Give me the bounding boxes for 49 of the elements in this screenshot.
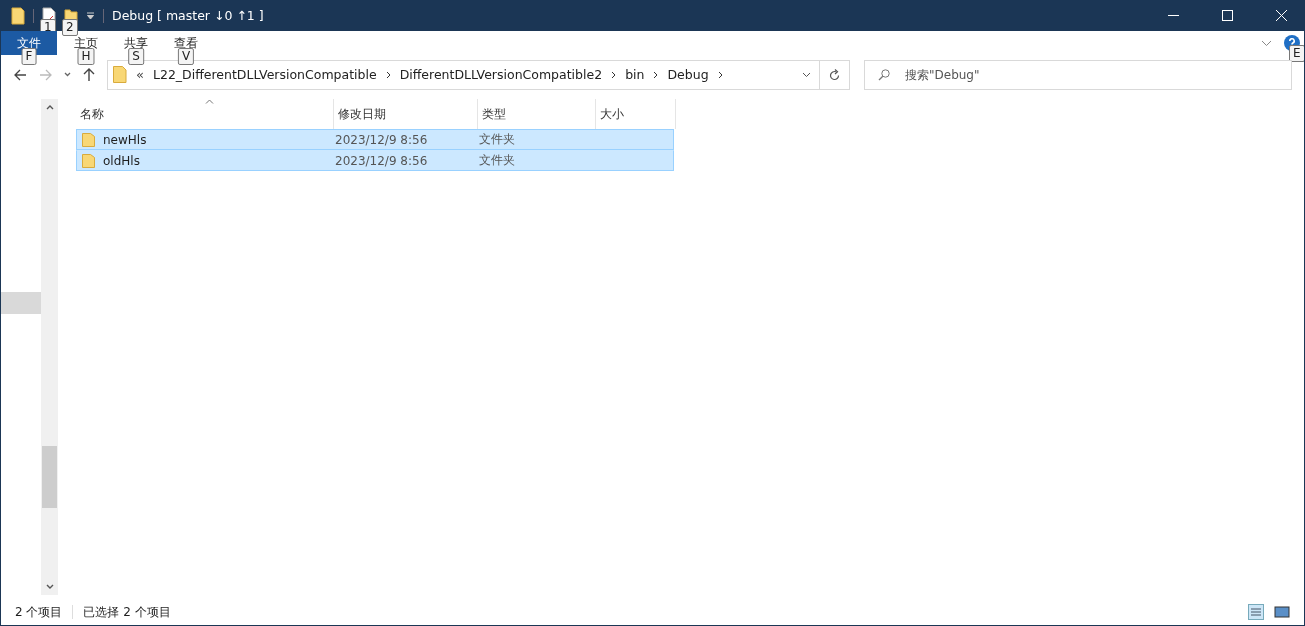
up-arrow-icon[interactable] — [83, 68, 95, 81]
window-title: Debug [ master ↓0 ↑1 ] — [112, 8, 264, 23]
chevron-down-icon[interactable] — [1261, 39, 1272, 47]
folder-icon — [113, 66, 127, 83]
modified-date: 2023/12/9 8:56 — [335, 153, 428, 168]
chevron-right-icon[interactable] — [385, 70, 391, 79]
refresh-icon — [829, 68, 840, 81]
file-row[interactable]: oldHls 2023/12/9 8:56 文件夹 — [76, 150, 674, 171]
customize-dropdown-icon[interactable] — [86, 11, 95, 20]
breadcrumb[interactable]: bin — [625, 67, 645, 82]
chevron-right-icon[interactable] — [653, 70, 659, 79]
search-icon — [878, 68, 890, 81]
refresh-button[interactable] — [820, 59, 850, 90]
scroll-down-icon[interactable] — [45, 584, 54, 589]
folder-icon — [82, 153, 95, 168]
folder-icon — [11, 6, 25, 25]
back-arrow-icon[interactable] — [14, 68, 27, 81]
keytip: F — [21, 48, 37, 65]
file-row[interactable]: newHls 2023/12/9 8:56 文件夹 — [76, 129, 674, 150]
maximize-icon — [1221, 10, 1233, 21]
breadcrumb[interactable]: DifferentDLLVersionCompatible2 — [399, 67, 603, 82]
address-bar[interactable]: « L22_DifferentDLLVersionCompatible DifferentDLLVersionCompatible2 bin Debug — [107, 59, 820, 90]
file-name: newHls — [103, 132, 147, 147]
keytip: S — [128, 48, 144, 65]
scroll-up-icon[interactable] — [45, 105, 54, 110]
breadcrumb[interactable]: L22_DifferentDLLVersionCompatible — [152, 67, 377, 82]
keytip: V — [177, 48, 195, 65]
selection-count: 已选择 2 个项目 — [83, 603, 171, 621]
file-type: 文件夹 — [479, 131, 515, 148]
scroll-thumb[interactable] — [42, 446, 57, 508]
scrollbar[interactable] — [41, 99, 58, 595]
file-type: 文件夹 — [479, 152, 515, 169]
search-field[interactable]: 搜索"Debug" — [864, 59, 1292, 90]
overflow-chevron[interactable]: « — [136, 67, 144, 82]
chevron-down-icon[interactable] — [802, 71, 811, 78]
modified-date: 2023/12/9 8:56 — [335, 132, 428, 147]
chevron-right-icon[interactable] — [717, 70, 723, 79]
keytip: H — [77, 48, 95, 65]
large-icons-view-icon[interactable] — [1274, 605, 1290, 619]
recent-dropdown-icon[interactable] — [64, 72, 71, 77]
item-count: 2 个项目 — [15, 603, 63, 621]
breadcrumb[interactable]: Debug — [667, 67, 709, 82]
keytip: E — [1289, 45, 1304, 62]
sort-ascending-icon — [204, 99, 214, 104]
minimize-icon — [1167, 15, 1179, 16]
chevron-right-icon[interactable] — [611, 70, 617, 79]
file-name: oldHls — [103, 153, 140, 168]
close-icon — [1275, 10, 1287, 21]
folder-icon — [82, 132, 95, 147]
